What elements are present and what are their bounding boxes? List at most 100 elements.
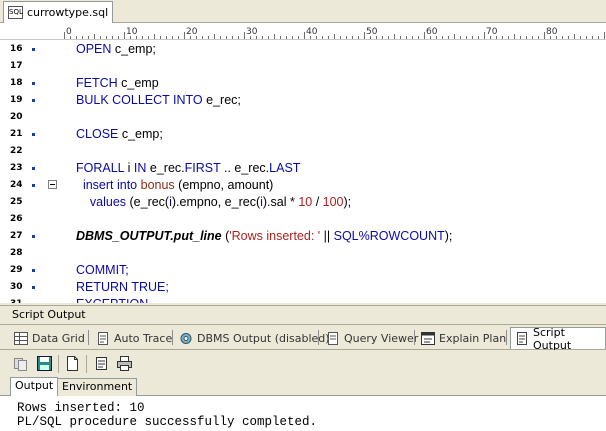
output-toolbar — [0, 350, 606, 377]
code-token: 10 — [298, 195, 313, 209]
dbms-output-icon — [179, 332, 193, 345]
tab-label: DBMS Output (disabled) — [197, 331, 330, 345]
script-output-text[interactable]: Rows inserted: 10 PL/SQL procedure succe… — [0, 396, 606, 431]
file-tab-label: currowtype.sql — [27, 6, 109, 19]
code-line[interactable]: 18 FETCH c_emp — [0, 75, 606, 92]
code-text[interactable]: DBMS_OUTPUT.put_line ('Rows inserted: ' … — [76, 228, 452, 245]
code-line[interactable]: 30 RETURN TRUE; — [0, 279, 606, 296]
line-number: 23 — [10, 163, 23, 173]
breakpoint-marker-icon[interactable] — [32, 235, 35, 238]
panel-title-bar: Script Output — [0, 305, 606, 325]
explain-plan-icon — [421, 331, 435, 345]
code-token: ); — [343, 195, 352, 209]
clear-icon[interactable] — [93, 355, 110, 372]
print-icon[interactable] — [116, 355, 133, 372]
code-line[interactable]: 19 BULK COLLECT INTO e_rec; — [0, 92, 606, 109]
code-token: COMMIT; — [76, 263, 129, 277]
line-number: 22 — [10, 146, 23, 156]
code-line[interactable]: 25 values (e_rec(i).empno, e_rec(i).sal … — [0, 194, 606, 211]
line-number: 26 — [10, 214, 23, 224]
breakpoint-marker-icon[interactable] — [32, 184, 35, 187]
code-line[interactable]: 28 — [0, 245, 606, 262]
code-text[interactable]: EXCEPTION — [76, 296, 148, 303]
line-number: 25 — [10, 197, 23, 207]
toolbar-separator — [86, 355, 87, 373]
code-token: ).empno, e_rec( — [171, 195, 261, 209]
code-line[interactable]: 23 FORALL i IN e_rec.FIRST .. e_rec.LAST — [0, 160, 606, 177]
breakpoint-marker-icon[interactable] — [32, 167, 35, 170]
tab-label: Script Output — [533, 325, 572, 352]
code-line[interactable]: 26 — [0, 211, 606, 228]
code-line[interactable]: 21 CLOSE c_emp; — [0, 126, 606, 143]
code-token: SQL%ROWCOUNT — [333, 229, 445, 243]
tab-output[interactable]: Output — [10, 377, 59, 397]
code-text[interactable]: COMMIT; — [76, 262, 129, 279]
code-token: 100 — [322, 195, 344, 209]
ruler-label: 70 — [486, 27, 498, 37]
new-document-icon[interactable] — [64, 355, 81, 372]
tab-query-viewer[interactable]: Query Viewer — [326, 327, 418, 349]
code-text[interactable]: values (e_rec(i).empno, e_rec(i).sal * 1… — [76, 194, 351, 211]
code-line[interactable]: 27 DBMS_OUTPUT.put_line ('Rows inserted: … — [0, 228, 606, 245]
tab-data-grid[interactable]: Data Grid — [14, 327, 85, 349]
code-token: FETCH — [76, 76, 122, 90]
code-line[interactable]: 17 — [0, 58, 606, 75]
tab-separator — [318, 330, 319, 345]
code-line[interactable]: 20 — [0, 109, 606, 126]
tab-environment[interactable]: Environment — [57, 378, 138, 396]
code-token: c_emp; — [121, 127, 163, 141]
breakpoint-marker-icon[interactable] — [32, 82, 35, 85]
code-line[interactable]: 29 COMMIT; — [0, 262, 606, 279]
line-number: 31 — [10, 296, 30, 303]
code-token: c_emp; — [114, 42, 156, 56]
tab-label: Data Grid — [32, 331, 85, 345]
code-line[interactable]: 16 OPEN c_emp; — [0, 41, 606, 58]
breakpoint-marker-icon[interactable] — [32, 133, 35, 136]
tab-dbms-output[interactable]: DBMS Output (disabled) — [179, 327, 330, 349]
code-line[interactable]: 24 insert into bonus (empno, amount) — [0, 177, 606, 194]
save-output-icon[interactable] — [36, 355, 53, 372]
sql-editor[interactable]: 0 10 20 30 40 50 60 70 80 16 OPEN c_emp; 17 18 FETCH… — [0, 24, 606, 303]
code-token: insert into — [76, 178, 141, 192]
output-line: PL/SQL procedure successfully completed. — [17, 415, 318, 429]
output-tab-bar: Output Environment — [0, 377, 606, 397]
script-output-icon — [515, 332, 529, 345]
ruler-label: 20 — [186, 27, 198, 37]
code-token: DBMS_OUTPUT.put_line — [76, 229, 222, 243]
line-number: 28 — [10, 248, 23, 258]
code-text[interactable]: insert into bonus (empno, amount) — [76, 177, 273, 194]
code-text[interactable]: BULK COLLECT INTO e_rec; — [76, 92, 241, 109]
ruler-label: 50 — [366, 27, 378, 37]
code-text[interactable]: FORALL i IN e_rec.FIRST .. e_rec.LAST — [76, 160, 300, 177]
ruler-label: 80 — [546, 27, 558, 37]
ruler-label: 60 — [426, 27, 438, 37]
tab-script-output[interactable]: Script Output — [510, 325, 606, 352]
panel-title: Script Output — [12, 308, 86, 321]
code-text[interactable]: FETCH c_emp — [76, 75, 159, 92]
line-number: 30 — [10, 282, 23, 292]
code-text[interactable]: OPEN c_emp; — [76, 41, 156, 58]
code-line[interactable]: 31 EXCEPTION — [0, 296, 606, 303]
output-line: Rows inserted: 10 — [17, 401, 145, 415]
code-token: ).sal * — [262, 195, 299, 209]
column-ruler: 0 10 20 30 40 50 60 70 80 — [0, 24, 606, 40]
breakpoint-marker-icon[interactable] — [32, 99, 35, 102]
tab-separator — [414, 330, 415, 345]
code-text[interactable]: CLOSE c_emp; — [76, 126, 163, 143]
code-line[interactable]: 22 — [0, 143, 606, 160]
code-token: e_rec; — [206, 93, 241, 107]
tab-auto-trace[interactable]: Auto Trace — [96, 327, 172, 349]
copy-icon[interactable] — [13, 355, 30, 372]
collapse-icon[interactable] — [48, 180, 57, 189]
breakpoint-marker-icon[interactable] — [32, 269, 35, 272]
file-tab-currowtype[interactable]: SQL currowtype.sql — [3, 1, 113, 23]
editor-tab-strip: SQL currowtype.sql — [0, 0, 606, 23]
code-text[interactable]: RETURN TRUE; — [76, 279, 169, 296]
code-token: bonus — [140, 178, 175, 192]
breakpoint-marker-icon[interactable] — [32, 286, 35, 289]
line-number: 18 — [10, 78, 23, 88]
code-token: RETURN TRUE; — [76, 280, 169, 294]
breakpoint-marker-icon[interactable] — [32, 48, 35, 51]
line-number: 17 — [10, 61, 23, 71]
tab-explain-plan[interactable]: Explain Plan — [421, 327, 506, 349]
